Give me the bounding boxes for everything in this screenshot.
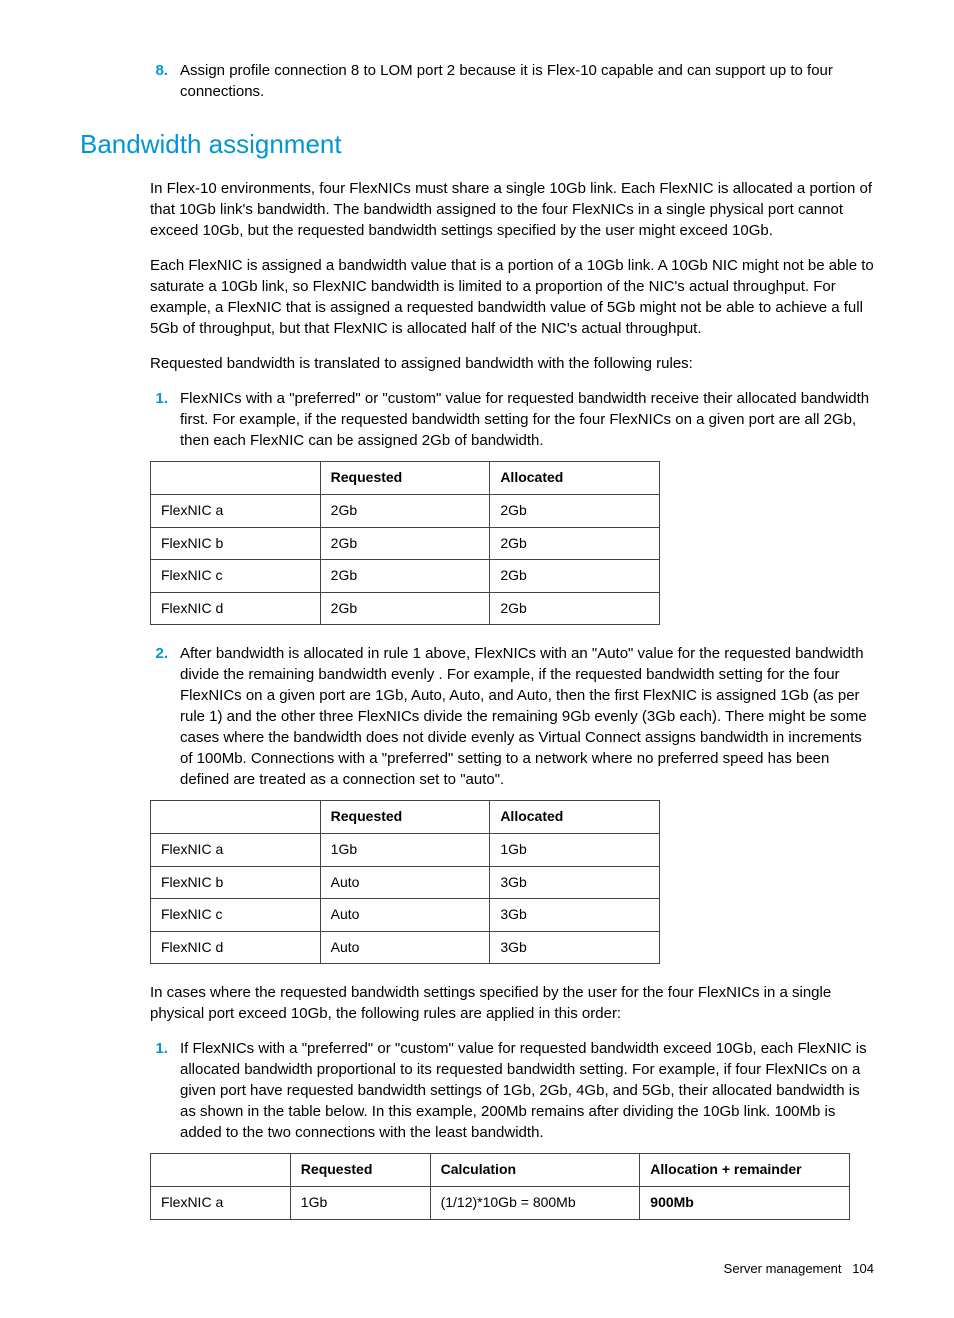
table-cell: 3Gb [490,931,660,964]
list-text: Assign profile connection 8 to LOM port … [180,60,874,102]
table-cell: 2Gb [320,494,490,527]
table-cell: FlexNIC a [151,833,321,866]
table-header-row: Requested Calculation Allocation + remai… [151,1154,850,1187]
table-cell: 1Gb [320,833,490,866]
table-cell: FlexNIC d [151,931,321,964]
footer-section: Server management [724,1261,842,1276]
list-text: If FlexNICs with a "preferred" or "custo… [180,1038,874,1143]
table-cell: 2Gb [320,527,490,560]
table-cell: FlexNIC c [151,899,321,932]
table-header: Allocated [490,801,660,834]
table-header-row: Requested Allocated [151,801,660,834]
table-row: FlexNIC c Auto 3Gb [151,899,660,932]
paragraph: Requested bandwidth is translated to ass… [150,353,874,374]
table-row: FlexNIC b Auto 3Gb [151,866,660,899]
table-cell: Auto [320,899,490,932]
list-item: 1. FlexNICs with a "preferred" or "custo… [150,388,874,451]
table-cell: 3Gb [490,899,660,932]
table-cell: 2Gb [490,592,660,625]
table-header: Calculation [430,1154,640,1187]
table-cell: 3Gb [490,866,660,899]
table-cell: FlexNIC b [151,527,321,560]
paragraph: Each FlexNIC is assigned a bandwidth val… [150,255,874,339]
table-header [151,801,321,834]
table-cell: 2Gb [320,592,490,625]
page-footer: Server management 104 [80,1260,874,1278]
bandwidth-table-2: Requested Allocated FlexNIC a 1Gb 1Gb Fl… [150,800,660,964]
table-cell: 900Mb [640,1186,850,1219]
table-row: FlexNIC b 2Gb 2Gb [151,527,660,560]
list-number: 2. [150,643,180,790]
table-row: FlexNIC a 2Gb 2Gb [151,494,660,527]
bandwidth-table-3: Requested Calculation Allocation + remai… [150,1153,850,1219]
table-row: FlexNIC c 2Gb 2Gb [151,560,660,593]
list-item: 8. Assign profile connection 8 to LOM po… [150,60,874,102]
list-number: 1. [150,388,180,451]
table-cell: 1Gb [490,833,660,866]
table-header: Allocated [490,462,660,495]
table-row: FlexNIC a 1Gb (1/12)*10Gb = 800Mb 900Mb [151,1186,850,1219]
list-text: After bandwidth is allocated in rule 1 a… [180,643,874,790]
list-number: 8. [150,60,180,102]
table-cell: Auto [320,931,490,964]
list-item: 2. After bandwidth is allocated in rule … [150,643,874,790]
table-cell: FlexNIC b [151,866,321,899]
table-cell: 2Gb [490,560,660,593]
table-header: Allocation + remainder [640,1154,850,1187]
table-cell: 2Gb [320,560,490,593]
table-cell: Auto [320,866,490,899]
table-cell: (1/12)*10Gb = 800Mb [430,1186,640,1219]
table-header [151,1154,291,1187]
table-header: Requested [320,462,490,495]
table-cell: 1Gb [290,1186,430,1219]
table-cell: FlexNIC a [151,494,321,527]
table-cell: FlexNIC c [151,560,321,593]
paragraph: In cases where the requested bandwidth s… [150,982,874,1024]
table-cell: FlexNIC d [151,592,321,625]
table-row: FlexNIC d Auto 3Gb [151,931,660,964]
table-header: Requested [290,1154,430,1187]
list-number: 1. [150,1038,180,1143]
table-header [151,462,321,495]
table-row: FlexNIC a 1Gb 1Gb [151,833,660,866]
paragraph: In Flex-10 environments, four FlexNICs m… [150,178,874,241]
table-cell: 2Gb [490,494,660,527]
table-cell: FlexNIC a [151,1186,291,1219]
footer-page: 104 [852,1261,874,1276]
list-item: 1. If FlexNICs with a "preferred" or "cu… [150,1038,874,1143]
section-heading: Bandwidth assignment [80,126,874,162]
table-cell: 2Gb [490,527,660,560]
table-header: Requested [320,801,490,834]
table-row: FlexNIC d 2Gb 2Gb [151,592,660,625]
list-text: FlexNICs with a "preferred" or "custom" … [180,388,874,451]
bandwidth-table-1: Requested Allocated FlexNIC a 2Gb 2Gb Fl… [150,461,660,625]
table-header-row: Requested Allocated [151,462,660,495]
